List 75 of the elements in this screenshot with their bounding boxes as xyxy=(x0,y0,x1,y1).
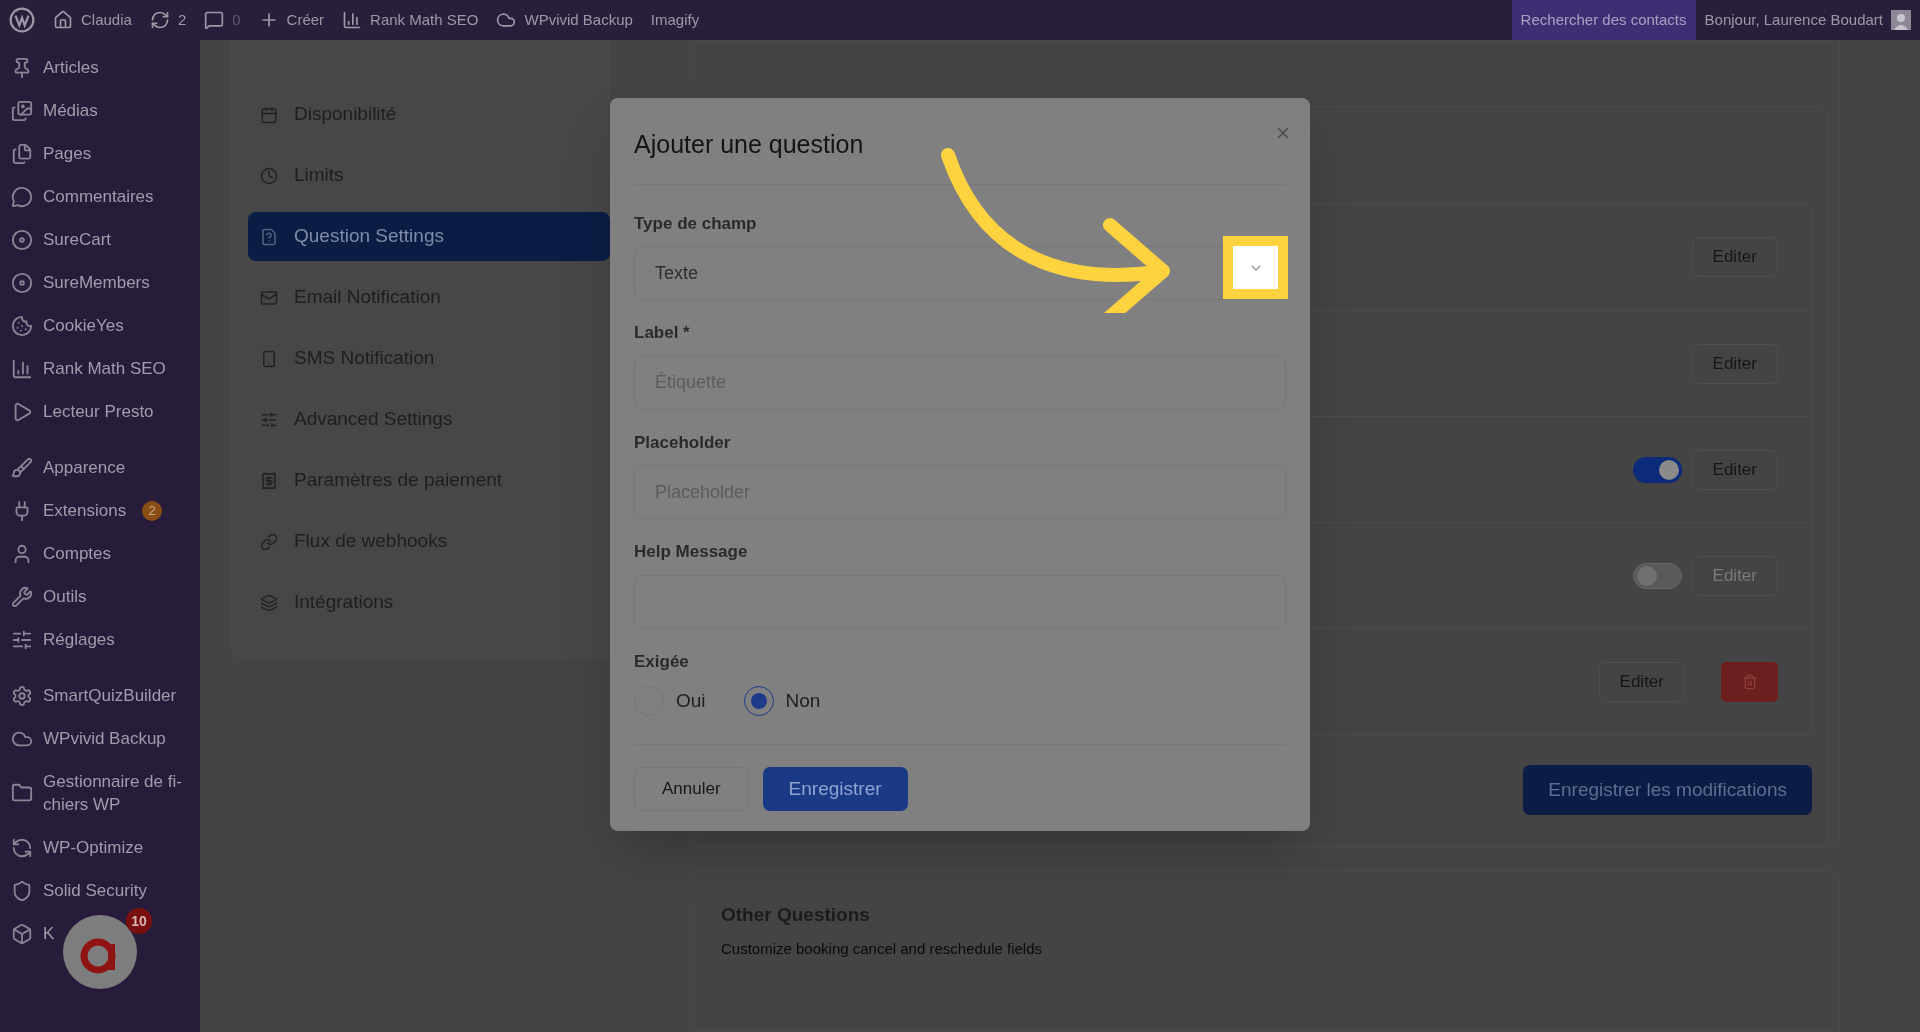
sidebar-item[interactable]: Rank Math SEO xyxy=(0,347,174,390)
sidebar-item[interactable]: Gestionnaire de fi-chiers WP xyxy=(0,760,200,826)
admin-bar-item[interactable]: Imagify xyxy=(641,0,709,40)
trash-icon xyxy=(1741,673,1758,690)
field-label: Label * xyxy=(634,322,691,344)
sidebar-item[interactable]: Commentaires xyxy=(0,175,162,218)
sidebar-item[interactable]: SureMembers xyxy=(0,261,158,304)
sidebar-item[interactable]: Médias xyxy=(0,89,106,132)
sliders-icon xyxy=(11,628,33,651)
sidebar-item[interactable]: WPvivid Backup xyxy=(0,717,174,760)
sidebar-item[interactable]: Réglages xyxy=(0,618,123,661)
sidebar-item[interactable]: Extensions 2 xyxy=(0,489,171,532)
admin-bar-item[interactable]: WPvivid Backup xyxy=(487,0,642,40)
sidebar-item[interactable]: Pages xyxy=(0,132,100,175)
sidebar-item[interactable]: SmartQuizBuilder xyxy=(0,674,185,717)
box-icon xyxy=(11,922,33,945)
home-icon xyxy=(53,10,73,30)
settings-nav-item[interactable]: Question Settings xyxy=(248,212,610,261)
calendar-icon xyxy=(260,105,278,124)
comment-icon xyxy=(204,10,225,30)
radio-option[interactable]: Oui xyxy=(634,686,706,716)
section-description: Customize booking cancel and reschedule fields xyxy=(721,938,1044,959)
mail-icon xyxy=(260,288,278,307)
wrench-icon xyxy=(11,585,33,608)
cookie-icon xyxy=(11,314,33,337)
sidebar-item[interactable]: CookieYes xyxy=(0,304,132,347)
greeting-text[interactable]: Bonjour, Laurence Boudart xyxy=(1704,8,1883,32)
count-badge: 2 xyxy=(142,500,163,521)
admin-bar-item[interactable]: 2 xyxy=(140,0,196,40)
shield-icon xyxy=(11,879,33,902)
chart-icon xyxy=(11,357,33,380)
cloud-icon xyxy=(496,10,517,30)
refresh-icon xyxy=(11,836,33,859)
wordpress-logo-icon[interactable] xyxy=(9,7,35,33)
chart-icon xyxy=(342,10,363,30)
save-button[interactable]: Enregistrer xyxy=(762,767,908,811)
sliders-icon xyxy=(260,410,278,429)
pages-icon xyxy=(11,142,33,165)
gear-icon xyxy=(11,684,33,707)
avatar-icon[interactable] xyxy=(1891,10,1911,30)
field-label: Type de champ xyxy=(634,212,758,235)
sidebar-item[interactable]: Apparence xyxy=(0,446,134,489)
folder-icon xyxy=(11,782,33,804)
layers-icon xyxy=(260,593,278,612)
cancel-button[interactable]: Annuler xyxy=(634,767,749,811)
field-label: Exigée xyxy=(634,650,690,673)
field-label: Placeholder xyxy=(634,431,732,454)
receipt-icon xyxy=(260,471,278,490)
disc-icon xyxy=(11,271,33,294)
disc-icon xyxy=(11,228,33,251)
sidebar-item[interactable]: K xyxy=(0,912,63,955)
search-contacts-link[interactable]: Rechercher des contacts xyxy=(1511,0,1696,40)
phone-icon xyxy=(260,349,278,368)
sidebar-item[interactable]: Outils xyxy=(0,575,95,618)
refresh-icon xyxy=(149,10,170,30)
admin-bar-item[interactable]: Créer xyxy=(249,0,334,40)
link-icon xyxy=(260,532,278,551)
question-icon xyxy=(260,227,278,246)
sidebar-item[interactable]: SureCart xyxy=(0,218,120,261)
delete-button[interactable] xyxy=(1721,661,1778,702)
sidebar-item[interactable]: Comptes xyxy=(0,532,120,575)
admin-bar-item[interactable]: Rank Math SEO xyxy=(333,0,488,40)
sidebar-item[interactable]: WP-Optimize xyxy=(0,826,152,869)
comment-icon xyxy=(11,185,33,208)
images-icon xyxy=(11,99,33,122)
radio-option[interactable]: Non xyxy=(743,686,821,716)
dialog-title: Ajouter une question xyxy=(634,129,864,160)
clock-icon xyxy=(260,166,278,185)
sidebar-item[interactable]: Articles xyxy=(0,46,107,89)
field-label: Help Message xyxy=(634,541,749,563)
toggle-switch[interactable] xyxy=(1632,456,1682,483)
sidebar-item[interactable]: Lecteur Presto xyxy=(0,390,162,433)
save-changes-button[interactable]: Enregistrer les modifications xyxy=(1523,765,1812,815)
admin-bar-item[interactable]: Claudia xyxy=(44,0,141,40)
brush-icon xyxy=(11,456,33,479)
